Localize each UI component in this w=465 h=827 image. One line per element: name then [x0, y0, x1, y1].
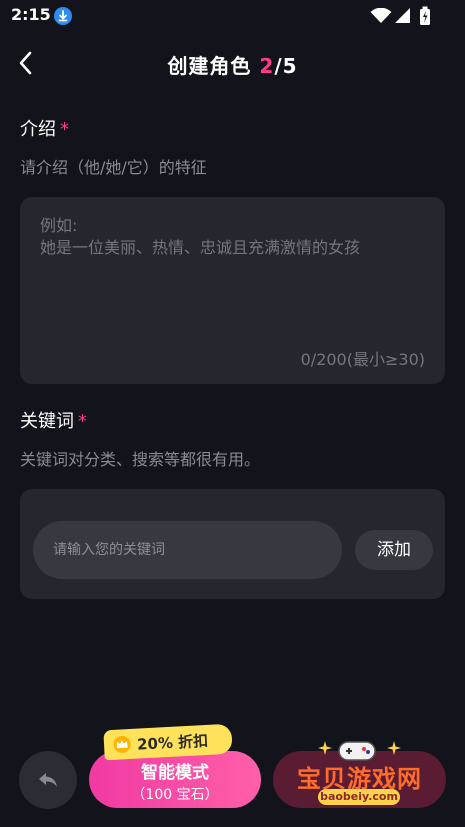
step-total: /5	[274, 54, 298, 78]
gamepad-icon	[337, 737, 377, 767]
keyword-panel: 请输入您的关键词 添加	[20, 489, 445, 599]
intro-label-text: 介绍	[20, 119, 56, 140]
smart-mode-cost: （100 宝石）	[131, 787, 219, 803]
intro-char-counter: 0/200(最小≥30)	[300, 350, 425, 369]
page-title: 创建角色 2/5	[0, 50, 465, 79]
page-title-text: 创建角色	[167, 54, 252, 78]
step-current: 2	[259, 54, 275, 78]
intro-textarea[interactable]: 例如: 她是一位美丽、热情、忠诚且充满激情的女孩 0/200(最小≥30)	[20, 197, 445, 384]
signal-icon	[394, 7, 411, 28]
intro-placeholder: 例如: 她是一位美丽、热情、忠诚且充满激情的女孩	[40, 216, 361, 257]
keyword-input[interactable]: 请输入您的关键词	[33, 521, 342, 579]
status-bar: 2:15	[0, 0, 465, 32]
undo-button[interactable]	[19, 751, 77, 809]
battery-icon	[419, 6, 431, 30]
required-mark: *	[78, 411, 87, 432]
keywords-label-text: 关键词	[20, 411, 74, 432]
discount-label: 20% 折扣	[136, 731, 209, 754]
sparkle-icon	[318, 740, 332, 759]
create-character-page: 2:15 创建角色 2/5 介绍 * 请介绍（他/她/它）的特征 例如: 她是一位…	[0, 0, 465, 827]
sparkle-icon	[387, 740, 401, 759]
nav-bar: 创建角色 2/5	[0, 40, 465, 88]
keywords-hint: 关键词对分类、搜索等都很有用。	[20, 450, 261, 469]
download-icon	[54, 7, 72, 25]
required-mark: *	[60, 119, 69, 140]
smart-mode-label: 智能模式	[141, 763, 209, 783]
watermark-url: baobeiy.com	[318, 789, 400, 805]
add-keyword-button[interactable]: 添加	[355, 530, 433, 570]
wifi-icon	[370, 7, 392, 28]
intro-label: 介绍 *	[20, 115, 69, 141]
status-time: 2:15	[11, 5, 51, 24]
intro-hint: 请介绍（他/她/它）的特征	[20, 158, 207, 177]
keywords-label: 关键词 *	[20, 407, 87, 433]
crown-icon	[112, 735, 133, 758]
